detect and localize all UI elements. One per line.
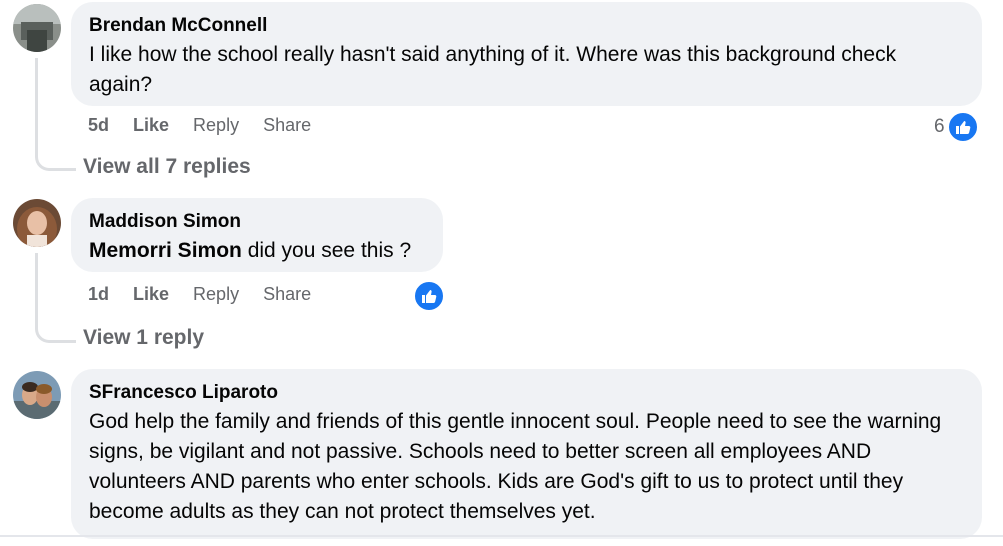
avatar-francesco[interactable] [13, 371, 61, 419]
comment-time[interactable]: 5d [88, 115, 109, 136]
like-button[interactable]: Like [133, 284, 169, 305]
divider [0, 535, 1003, 537]
comment-author[interactable]: Brendan McConnell [89, 14, 964, 38]
share-button[interactable]: Share [263, 284, 311, 305]
reaction-summary[interactable]: 6 [934, 111, 979, 143]
view-replies-link[interactable]: View 1 reply [83, 326, 204, 350]
avatar-brendan[interactable] [13, 4, 61, 52]
comment-author[interactable]: Maddison Simon [89, 210, 425, 234]
thread-line [35, 253, 38, 313]
comment-time[interactable]: 1d [88, 284, 109, 305]
comment-text: God help the family and friends of this … [89, 410, 942, 523]
comment-actions: 1d Like Reply Share [88, 284, 311, 305]
view-replies-link[interactable]: View all 7 replies [83, 155, 251, 179]
comment-body: did you see this ? [247, 239, 412, 262]
thumbs-up-icon [413, 280, 445, 312]
avatar-maddison[interactable] [13, 199, 61, 247]
thread-line [35, 58, 38, 138]
reply-button[interactable]: Reply [193, 115, 239, 136]
comment-text: I like how the school really hasn't said… [89, 43, 897, 96]
reaction-count: 6 [934, 116, 945, 137]
thread-elbow [35, 136, 76, 171]
comment-actions: 5d Like Reply Share [88, 115, 311, 136]
share-button[interactable]: Share [263, 115, 311, 136]
mention-link[interactable]: Memorri Simon [89, 239, 242, 262]
comment-text: Memorri Simon did you see this ? [89, 236, 425, 266]
comment-author[interactable]: SFrancesco Liparoto [89, 381, 964, 405]
comment-bubble: Maddison Simon Memorri Simon did you see… [71, 198, 443, 272]
comment-bubble: SFrancesco Liparoto God help the family … [71, 369, 982, 539]
thread-elbow [35, 310, 76, 343]
reply-button[interactable]: Reply [193, 284, 239, 305]
like-button[interactable]: Like [133, 115, 169, 136]
comment-bubble: Brendan McConnell I like how the school … [71, 2, 982, 106]
thumbs-up-icon [946, 111, 979, 143]
reaction-summary[interactable] [413, 280, 445, 312]
